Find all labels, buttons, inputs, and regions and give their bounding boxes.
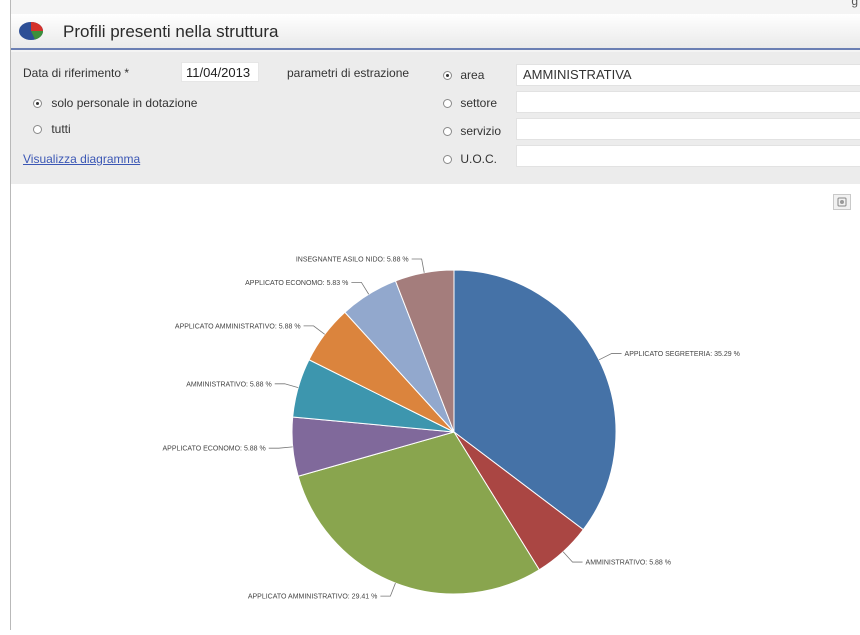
radio-servizio[interactable] bbox=[443, 127, 452, 137]
slice-label: APPLICATO SEGRETERIA: 35.29 % bbox=[625, 351, 740, 358]
scope-option-staff[interactable]: solo personale in dotazione bbox=[33, 96, 197, 110]
slice-label: APPLICATO AMMINISTRATIVO: 5.88 % bbox=[175, 323, 301, 330]
chart-export-button[interactable] bbox=[833, 194, 851, 210]
slice-connector bbox=[351, 281, 370, 295]
filter-option-area-label: area bbox=[460, 68, 485, 82]
slice-connector bbox=[274, 383, 299, 389]
filter-option-servizio[interactable]: servizio bbox=[443, 124, 501, 138]
slice-connector bbox=[268, 446, 293, 449]
printer-icon bbox=[837, 197, 847, 207]
chart-area: APPLICATO SEGRETERIA: 35.29 % AMMINISTRAT… bbox=[11, 184, 860, 630]
slice-label: AMMINISTRATIVO: 5.88 % bbox=[186, 381, 271, 388]
filter-option-servizio-label: servizio bbox=[460, 124, 502, 138]
radio-settore[interactable] bbox=[443, 99, 452, 109]
filter-option-settore[interactable]: settore bbox=[443, 96, 497, 110]
slice-connector bbox=[380, 582, 396, 597]
slice-connector bbox=[598, 353, 622, 361]
slice-connector bbox=[411, 258, 425, 273]
slice-connector bbox=[562, 551, 583, 563]
slice-label: APPLICATO ECONOMO: 5.88 % bbox=[163, 446, 266, 453]
scope-option-all[interactable]: tutti bbox=[33, 122, 71, 136]
slice-connector bbox=[303, 325, 325, 335]
params-label: parametri di estrazione bbox=[287, 66, 410, 80]
slice-label: AMMINISTRATIVO: 5.88 % bbox=[586, 560, 671, 567]
window-title: Profili presenti nella struttura bbox=[63, 22, 279, 41]
radio-uoc[interactable] bbox=[443, 155, 452, 165]
settore-field[interactable] bbox=[516, 91, 860, 113]
servizio-field[interactable] bbox=[516, 118, 860, 140]
pie-chart: APPLICATO SEGRETERIA: 35.29 % AMMINISTRAT… bbox=[163, 256, 740, 601]
scope-option-staff-label: solo personale in dotazione bbox=[51, 96, 198, 110]
radio-area[interactable] bbox=[443, 71, 452, 81]
filter-option-uoc[interactable]: U.O.C. bbox=[443, 152, 497, 166]
radio-staff[interactable] bbox=[33, 99, 42, 109]
radio-all[interactable] bbox=[33, 125, 42, 135]
view-diagram-link[interactable]: Visualizza diagramma bbox=[23, 152, 140, 166]
pie-chart-icon bbox=[19, 22, 44, 40]
filter-panel: Data di riferimento * 11/04/2013 paramet… bbox=[11, 52, 860, 184]
date-label: Data di riferimento * bbox=[23, 66, 130, 80]
filter-option-uoc-label: U.O.C. bbox=[460, 152, 498, 166]
filter-option-area[interactable]: area bbox=[443, 68, 484, 82]
corner-text: g bbox=[851, 0, 858, 8]
slice-label: APPLICATO ECONOMO: 5.83 % bbox=[245, 280, 348, 287]
filter-option-settore-label: settore bbox=[460, 96, 498, 110]
slice-label: APPLICATO AMMINISTRATIVO: 29.41 % bbox=[248, 594, 378, 601]
slice-label: INSEGNANTE ASILO NIDO: 5.88 % bbox=[296, 256, 409, 263]
uoc-field[interactable] bbox=[516, 145, 860, 167]
scope-option-all-label: tutti bbox=[51, 122, 71, 136]
reference-date-input[interactable]: 11/04/2013 bbox=[181, 62, 259, 82]
area-field[interactable]: AMMINISTRATIVA bbox=[516, 64, 860, 86]
title-bar: Profili presenti nella struttura bbox=[11, 14, 860, 50]
app-window: g Profili presenti nella struttura Data … bbox=[10, 0, 860, 630]
